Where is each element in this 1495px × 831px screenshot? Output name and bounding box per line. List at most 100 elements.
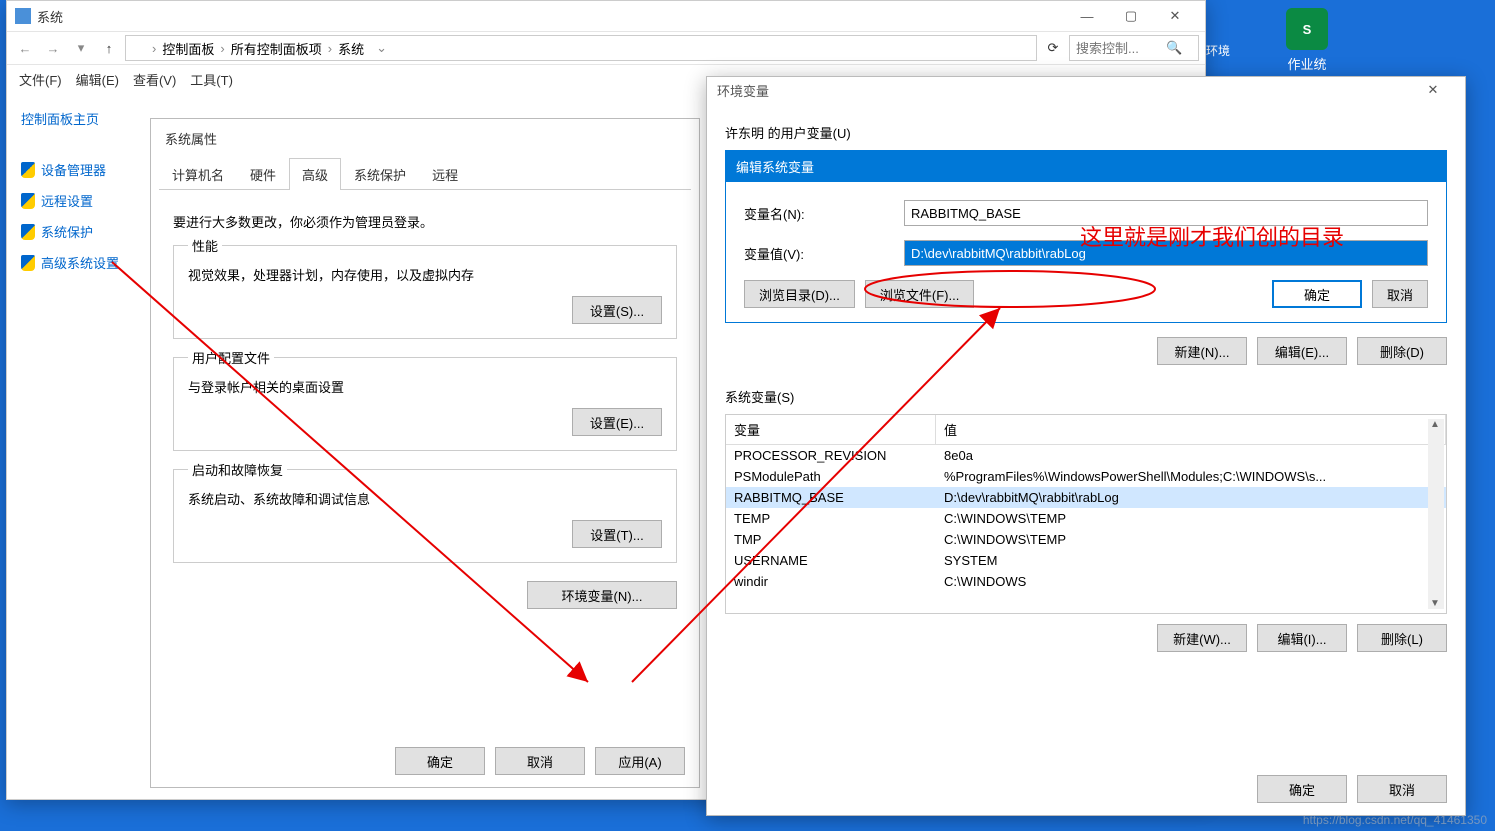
ok-button[interactable]: 确定 bbox=[395, 747, 485, 775]
startup-group: 启动和故障恢复 系统启动、系统故障和调试信息 设置(T)... bbox=[173, 469, 677, 563]
sidebar-item-label: 系统保护 bbox=[41, 222, 93, 241]
scrollbar[interactable] bbox=[1428, 419, 1444, 609]
user-vars-label: 许东明 的用户变量(U) bbox=[725, 123, 1447, 142]
maximize-button[interactable]: ▢ bbox=[1109, 1, 1153, 31]
cell-val: SYSTEM bbox=[936, 550, 1446, 571]
forward-button[interactable]: → bbox=[41, 36, 65, 60]
recent-button[interactable]: ▾ bbox=[69, 36, 93, 60]
cell-var: RABBITMQ_BASE bbox=[726, 487, 936, 508]
col-var-header[interactable]: 变量 bbox=[726, 415, 936, 444]
up-button[interactable]: ↑ bbox=[97, 36, 121, 60]
user-delete-button[interactable]: 删除(D) bbox=[1357, 337, 1447, 365]
cell-val: C:\WINDOWS\TEMP bbox=[936, 529, 1446, 550]
cancel-button[interactable]: 取消 bbox=[495, 747, 585, 775]
dropdown-icon[interactable]: ⌄ bbox=[376, 40, 387, 56]
close-button[interactable]: ✕ bbox=[1153, 1, 1197, 31]
table-row[interactable]: windirC:\WINDOWS bbox=[726, 571, 1446, 592]
breadcrumb[interactable]: 控制面板 bbox=[162, 39, 214, 58]
search-box[interactable]: 🔍 bbox=[1069, 35, 1199, 61]
tab-hardware[interactable]: 硬件 bbox=[237, 158, 289, 190]
col-val-header[interactable]: 值 bbox=[936, 415, 1446, 444]
group-legend: 用户配置文件 bbox=[188, 348, 274, 367]
tab-computer-name[interactable]: 计算机名 bbox=[159, 158, 237, 190]
table-row[interactable]: TMPC:\WINDOWS\TEMP bbox=[726, 529, 1446, 550]
watermark: https://blog.csdn.net/qq_41461350 bbox=[1303, 813, 1487, 827]
sidebar-item-advanced[interactable]: 高级系统设置 bbox=[13, 247, 141, 278]
cell-val: D:\dev\rabbitMQ\rabbit\rabLog bbox=[936, 487, 1446, 508]
group-desc: 与登录帐户相关的桌面设置 bbox=[188, 377, 662, 396]
tab-protection[interactable]: 系统保护 bbox=[341, 158, 419, 190]
startup-settings-button[interactable]: 设置(T)... bbox=[572, 520, 662, 548]
sidebar-item-label: 设备管理器 bbox=[41, 160, 106, 179]
chevron-right-icon: › bbox=[152, 41, 156, 56]
env-var-button[interactable]: 环境变量(N)... bbox=[527, 581, 677, 609]
table-row[interactable]: TEMPC:\WINDOWS\TEMP bbox=[726, 508, 1446, 529]
sidebar-title[interactable]: 控制面板主页 bbox=[13, 103, 141, 134]
cell-val: %ProgramFiles%\WindowsPowerShell\Modules… bbox=[936, 466, 1446, 487]
close-button[interactable]: ✕ bbox=[1411, 75, 1455, 105]
sidebar-item-protection[interactable]: 系统保护 bbox=[13, 216, 141, 247]
cell-var: PROCESSOR_REVISION bbox=[726, 445, 936, 466]
address-bar[interactable]: › 控制面板 › 所有控制面板项 › 系统 ⌄ bbox=[125, 35, 1037, 61]
performance-group: 性能 视觉效果，处理器计划，内存使用，以及虚拟内存 设置(S)... bbox=[173, 245, 677, 339]
chevron-right-icon: › bbox=[328, 41, 332, 56]
edit-ok-button[interactable]: 确定 bbox=[1272, 280, 1362, 308]
edit-panel-header: 编辑系统变量 bbox=[726, 151, 1446, 182]
sys-new-button[interactable]: 新建(W)... bbox=[1157, 624, 1247, 652]
computer-icon bbox=[132, 41, 146, 55]
env-title-text: 环境变量 bbox=[717, 81, 769, 100]
table-row[interactable]: USERNAMESYSTEM bbox=[726, 550, 1446, 571]
cell-var: TMP bbox=[726, 529, 936, 550]
cell-var: PSModulePath bbox=[726, 466, 936, 487]
browse-dir-button[interactable]: 浏览目录(D)... bbox=[744, 280, 855, 308]
tab-advanced[interactable]: 高级 bbox=[289, 158, 341, 190]
env-ok-button[interactable]: 确定 bbox=[1257, 775, 1347, 803]
edit-cancel-button[interactable]: 取消 bbox=[1372, 280, 1428, 308]
shield-icon bbox=[21, 255, 35, 271]
sys-vars-table[interactable]: 变量 值 PROCESSOR_REVISION8e0aPSModulePath%… bbox=[725, 414, 1447, 614]
profile-settings-button[interactable]: 设置(E)... bbox=[572, 408, 662, 436]
breadcrumb[interactable]: 所有控制面板项 bbox=[231, 39, 322, 58]
search-input[interactable] bbox=[1076, 41, 1166, 56]
env-cancel-button[interactable]: 取消 bbox=[1357, 775, 1447, 803]
window-title: 系统 bbox=[37, 7, 63, 26]
table-row[interactable]: PROCESSOR_REVISION8e0a bbox=[726, 445, 1446, 466]
back-button[interactable]: ← bbox=[13, 36, 37, 60]
group-legend: 性能 bbox=[188, 236, 222, 255]
var-value-label: 变量值(V): bbox=[744, 244, 894, 263]
sidebar-item-remote[interactable]: 远程设置 bbox=[13, 185, 141, 216]
shield-icon bbox=[21, 162, 35, 178]
menu-tools[interactable]: 工具(T) bbox=[190, 70, 233, 89]
user-edit-button[interactable]: 编辑(E)... bbox=[1257, 337, 1347, 365]
sidebar: 控制面板主页 设备管理器 远程设置 系统保护 高级系统设置 bbox=[7, 93, 147, 799]
env-titlebar: 环境变量 ✕ bbox=[707, 77, 1465, 103]
browse-file-button[interactable]: 浏览文件(F)... bbox=[865, 280, 974, 308]
user-new-button[interactable]: 新建(N)... bbox=[1157, 337, 1247, 365]
sys-delete-button[interactable]: 删除(L) bbox=[1357, 624, 1447, 652]
minimize-button[interactable]: — bbox=[1065, 1, 1109, 31]
sys-edit-button[interactable]: 编辑(I)... bbox=[1257, 624, 1347, 652]
table-row[interactable]: RABBITMQ_BASED:\dev\rabbitMQ\rabbit\rabL… bbox=[726, 487, 1446, 508]
desktop-label-env: 环境 bbox=[1206, 42, 1230, 59]
menu-edit[interactable]: 编辑(E) bbox=[76, 70, 119, 89]
cell-var: TEMP bbox=[726, 508, 936, 529]
sys-vars-label: 系统变量(S) bbox=[725, 387, 1447, 406]
cell-var: USERNAME bbox=[726, 550, 936, 571]
refresh-button[interactable]: ⟳ bbox=[1041, 36, 1065, 60]
env-var-window: 环境变量 ✕ 许东明 的用户变量(U) 编辑系统变量 变量名(N): 变量值(V… bbox=[706, 76, 1466, 816]
menu-file[interactable]: 文件(F) bbox=[19, 70, 62, 89]
search-icon: 🔍 bbox=[1166, 40, 1182, 56]
apply-button[interactable]: 应用(A) bbox=[595, 747, 685, 775]
group-legend: 启动和故障恢复 bbox=[188, 460, 287, 479]
table-row[interactable]: PSModulePath%ProgramFiles%\WindowsPowerS… bbox=[726, 466, 1446, 487]
group-desc: 系统启动、系统故障和调试信息 bbox=[188, 489, 662, 508]
shield-icon bbox=[21, 224, 35, 240]
tab-remote[interactable]: 远程 bbox=[419, 158, 471, 190]
perf-settings-button[interactable]: 设置(S)... bbox=[572, 296, 662, 324]
menu-view[interactable]: 查看(V) bbox=[133, 70, 176, 89]
chevron-right-icon: › bbox=[220, 41, 224, 56]
dialog-title: 系统属性 bbox=[151, 119, 699, 158]
sidebar-item-device-manager[interactable]: 设备管理器 bbox=[13, 154, 141, 185]
system-properties-dialog: 系统属性 计算机名 硬件 高级 系统保护 远程 要进行大多数更改，你必须作为管理… bbox=[150, 118, 700, 788]
breadcrumb[interactable]: 系统 bbox=[338, 39, 364, 58]
